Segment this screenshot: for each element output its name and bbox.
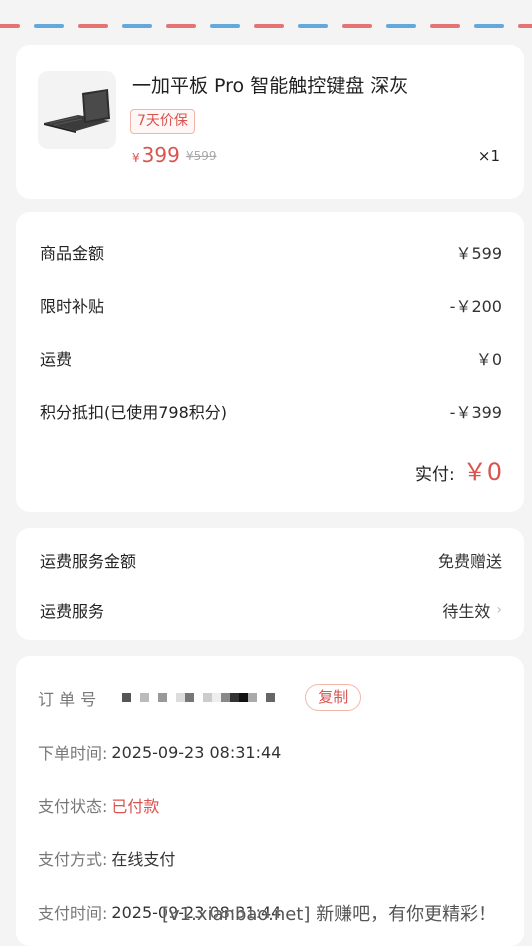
mask-block xyxy=(131,693,141,702)
original-price: ¥599 xyxy=(186,149,217,163)
mask-block xyxy=(203,693,213,702)
shipping-service-label: 运费服务 xyxy=(40,602,105,621)
product-card[interactable]: 一加平板 Pro 智能触控键盘 深灰 7天价保 ¥399 ¥599 ×1 xyxy=(16,45,524,199)
mask-block xyxy=(149,693,159,702)
order-time-row: 下单时间: 2025-09-23 08:31:44 xyxy=(38,740,281,764)
shipping-service-row[interactable]: 运费服务 待生效 › xyxy=(40,598,502,622)
masked-order-number xyxy=(122,693,276,702)
pay-method-label: 支付方式: xyxy=(38,850,108,869)
pay-status-label: 支付状态: xyxy=(38,797,108,816)
pay-method-row: 支付方式: 在线支付 xyxy=(38,846,175,870)
current-price-value: 399 xyxy=(141,143,180,167)
mask-block xyxy=(257,693,267,702)
airmail-stripe xyxy=(386,24,416,28)
watermark: [v1.xianbao.net] 新赚吧，有你更精彩！ xyxy=(162,904,497,925)
price-row-value: -￥200 xyxy=(449,297,502,316)
price-row-value: ￥599 xyxy=(455,244,502,263)
mask-block xyxy=(239,693,249,702)
price-row-label: 运费 xyxy=(40,350,73,369)
order-number-label: 订 单 号 xyxy=(38,689,97,709)
price-protection-tag: 7天价保 xyxy=(130,109,195,134)
price-row: 商品金额 ￥599 xyxy=(40,240,502,264)
order-time-value: 2025-09-23 08:31:44 xyxy=(111,742,282,762)
quantity: ×1 xyxy=(477,147,500,165)
price-row-value: ￥0 xyxy=(475,350,502,369)
total-paid: 实付: ￥0 xyxy=(415,452,502,487)
price-breakdown-card: 商品金额 ￥599 限时补贴 -￥200 运费 ￥0 积分抵扣(已使用798积分… xyxy=(16,212,524,512)
pay-method-value: 在线支付 xyxy=(111,850,176,869)
airmail-stripe xyxy=(0,24,20,28)
mask-block xyxy=(194,693,204,702)
mask-block xyxy=(248,693,258,702)
copy-button[interactable]: 复制 xyxy=(305,684,362,711)
shipping-amount-label: 运费服务金额 xyxy=(40,552,137,571)
order-time-label: 下单时间: xyxy=(38,744,108,763)
shipping-amount-row: 运费服务金额 免费赠送 xyxy=(40,548,502,572)
price-row: 积分抵扣(已使用798积分) -￥399 xyxy=(40,399,502,423)
mask-block xyxy=(212,693,222,702)
pay-status-row: 支付状态: 已付款 xyxy=(38,793,159,817)
airmail-stripe xyxy=(34,24,64,28)
total-paid-label: 实付: xyxy=(414,465,455,485)
mask-block xyxy=(167,693,177,702)
price-row: 运费 ￥0 xyxy=(40,346,502,370)
airmail-stripe xyxy=(342,24,372,28)
price-row: 限时补贴 -￥200 xyxy=(40,293,502,317)
price-row-label: 限时补贴 xyxy=(40,297,105,316)
airmail-stripe xyxy=(298,24,328,28)
mask-block xyxy=(122,693,132,702)
airmail-stripe xyxy=(430,24,460,28)
keyboard-tablet-image xyxy=(44,89,110,133)
airmail-stripe xyxy=(122,24,152,28)
product-name[interactable]: 一加平板 Pro 智能触控键盘 深灰 xyxy=(132,71,408,98)
price-row-label: 积分抵扣(已使用798积分) xyxy=(40,403,228,422)
current-price: ¥399 xyxy=(132,143,180,167)
mask-block xyxy=(221,693,231,702)
airmail-stripe xyxy=(78,24,108,28)
total-paid-value: ￥0 xyxy=(462,458,502,486)
mask-block xyxy=(230,693,240,702)
airmail-stripe xyxy=(474,24,504,28)
order-number-row: 订 单 号 复制 xyxy=(38,684,362,711)
mask-block xyxy=(140,693,150,702)
shipping-amount-value: 免费赠送 xyxy=(437,552,502,571)
airmail-stripe xyxy=(210,24,240,28)
airmail-stripe xyxy=(254,24,284,28)
shipping-service-value: 待生效 xyxy=(442,602,491,621)
price-row-value: -￥399 xyxy=(449,403,502,422)
pay-status-value: 已付款 xyxy=(111,797,160,816)
product-thumbnail[interactable] xyxy=(38,71,116,149)
currency-symbol: ¥ xyxy=(132,151,140,165)
airmail-border xyxy=(0,18,532,34)
airmail-stripe xyxy=(166,24,196,28)
mask-block xyxy=(266,693,276,702)
mask-block xyxy=(158,693,168,702)
mask-block xyxy=(185,693,195,702)
airmail-stripe xyxy=(518,24,532,28)
chevron-right-icon: › xyxy=(496,602,502,618)
pay-time-label: 支付时间: xyxy=(38,904,108,923)
shipping-service-card: 运费服务金额 免费赠送 运费服务 待生效 › xyxy=(16,528,524,640)
shipping-service-status[interactable]: 待生效 › xyxy=(442,598,502,622)
price-row-label: 商品金额 xyxy=(40,244,105,263)
mask-block xyxy=(176,693,186,702)
